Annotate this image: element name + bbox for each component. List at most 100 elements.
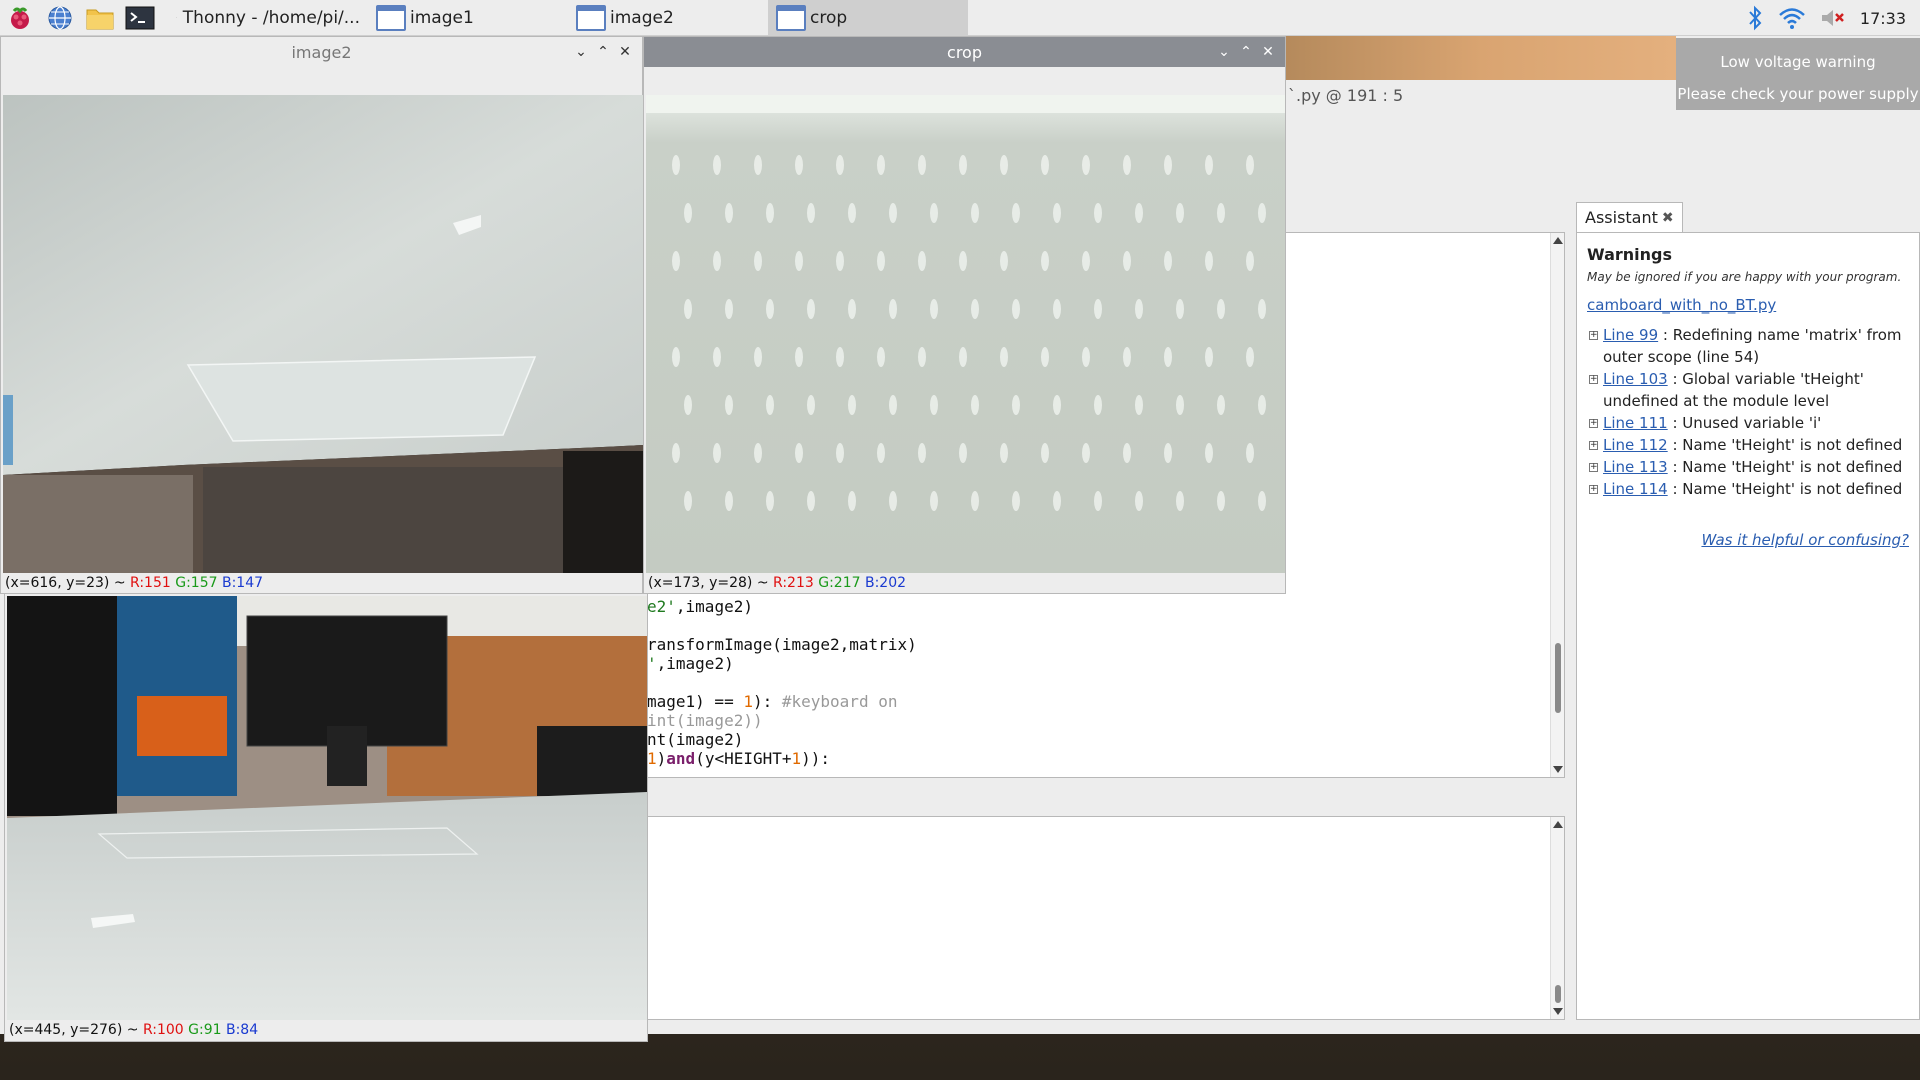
raspberry-menu-button[interactable] (0, 0, 40, 36)
key-mark (807, 203, 815, 223)
shell-panel[interactable] (640, 816, 1565, 1020)
svg-text:Th: Th (176, 17, 177, 19)
key-mark (713, 251, 721, 271)
code-string: ' (647, 654, 657, 673)
scroll-up-arrow-icon[interactable] (1553, 821, 1563, 828)
volume-muted-icon[interactable] (1820, 7, 1846, 29)
key-mark (971, 299, 979, 319)
scroll-up-arrow-icon[interactable] (1553, 237, 1563, 244)
scrollbar-thumb[interactable] (1555, 985, 1561, 1003)
expand-icon[interactable]: + (1589, 419, 1598, 428)
key-mark (1041, 251, 1049, 271)
taskbar-item-thonny[interactable]: Th Thonny - /home/pi/... (168, 0, 368, 36)
key-mark (971, 395, 979, 415)
warning-item: + Line 113 : Name 'tHeight' is not define… (1587, 456, 1909, 478)
line-link[interactable]: Line 99 (1603, 326, 1658, 344)
pixel-coordinates: (x=445, y=276) ~ (9, 1022, 143, 1038)
low-voltage-notification[interactable]: Low voltage warning Please check your po… (1676, 38, 1920, 110)
key-mark (795, 155, 803, 175)
key-mark (1082, 155, 1090, 175)
key-mark (889, 299, 897, 319)
key-mark (1205, 251, 1213, 271)
key-mark (848, 299, 856, 319)
key-mark (848, 203, 856, 223)
tab-assistant[interactable]: Assistant ✖ (1576, 202, 1683, 232)
key-mark (930, 395, 938, 415)
bluetooth-icon[interactable] (1746, 5, 1764, 31)
code-number: 1 (743, 692, 753, 711)
wifi-icon[interactable] (1778, 6, 1806, 30)
camera-image (646, 95, 1285, 573)
taskbar-item-image1[interactable]: image1 (368, 0, 568, 36)
window-title[interactable]: crop (644, 37, 1285, 67)
camera-image-front-view[interactable] (7, 596, 647, 1020)
minimize-icon[interactable]: ⌄ (570, 44, 592, 60)
pixel-status: (x=616, y=23) ~ R:151 G:157 B:147 (5, 575, 263, 591)
key-mark (1123, 251, 1131, 271)
expand-icon[interactable]: + (1589, 441, 1598, 450)
maximize-icon[interactable]: ⌃ (592, 44, 614, 60)
maximize-icon[interactable]: ⌃ (1235, 44, 1257, 60)
scroll-down-arrow-icon[interactable] (1553, 1008, 1563, 1015)
code-line: e2',image2) (647, 597, 753, 616)
close-icon[interactable]: ✖ (1662, 210, 1674, 226)
line-link[interactable]: Line 111 (1603, 414, 1668, 432)
close-icon[interactable]: ✕ (1257, 44, 1279, 60)
scroll-down-arrow-icon[interactable] (1553, 766, 1563, 773)
cropped-keyboard-image[interactable] (646, 95, 1285, 573)
scrollbar-thumb[interactable] (1555, 643, 1561, 713)
terminal-button[interactable] (120, 0, 160, 36)
key-mark (1258, 203, 1266, 223)
camera-image-top-view[interactable] (3, 95, 643, 573)
shell-scrollbar[interactable] (1550, 817, 1564, 1019)
key-mark (1082, 251, 1090, 271)
window-icon (376, 4, 406, 31)
key-mark (766, 299, 774, 319)
key-mark (836, 155, 844, 175)
key-mark (1123, 347, 1131, 367)
key-mark (754, 251, 762, 271)
key-mark (971, 491, 979, 511)
taskbar-item-label: Thonny - /home/pi/... (182, 7, 360, 28)
key-mark (672, 251, 680, 271)
window-icon (776, 4, 806, 31)
taskbar-item-image2[interactable]: image2 (568, 0, 768, 36)
expand-icon[interactable]: + (1589, 485, 1598, 494)
key-mark (836, 251, 844, 271)
key-mark (1053, 395, 1061, 415)
expand-icon[interactable]: + (1589, 463, 1598, 472)
window-title[interactable]: image2 (1, 37, 642, 67)
expand-icon[interactable]: + (1589, 331, 1598, 340)
file-link[interactable]: camboard_with_no_BT.py (1587, 296, 1909, 314)
line-link[interactable]: Line 112 (1603, 436, 1668, 454)
code-text[interactable]: e2',image2) ransformImage(image2,matrix)… (647, 597, 917, 768)
key-mark (959, 443, 967, 463)
key-mark (836, 443, 844, 463)
key-mark (918, 347, 926, 367)
key-mark (1094, 395, 1102, 415)
file-manager-button[interactable] (80, 0, 120, 36)
clock[interactable]: 17:33 (1860, 9, 1906, 28)
line-link[interactable]: Line 113 (1603, 458, 1668, 476)
warning-list: + Line 99 : Redefining name 'matrix' from… (1587, 324, 1909, 500)
thonny-icon: Th (176, 17, 177, 19)
expand-icon[interactable]: + (1589, 375, 1598, 384)
key-mark (1082, 347, 1090, 367)
code-number: 1 (791, 749, 802, 768)
key-mark (1000, 251, 1008, 271)
key-mark (1217, 203, 1225, 223)
helpful-feedback-link[interactable]: Was it helpful or confusing? (1701, 531, 1909, 549)
warning-text: : Name 'tHeight' is not defined (1667, 436, 1903, 454)
key-mark (1164, 443, 1172, 463)
taskbar-item-crop[interactable]: crop (768, 0, 968, 36)
line-link[interactable]: Line 103 (1603, 370, 1668, 388)
key-mark (713, 347, 721, 367)
minimize-icon[interactable]: ⌄ (1213, 44, 1235, 60)
pixel-blue-value: B:147 (221, 575, 264, 591)
editor-scrollbar[interactable] (1550, 233, 1564, 777)
line-link[interactable]: Line 114 (1603, 480, 1668, 498)
key-mark (672, 155, 680, 175)
web-browser-button[interactable] (40, 0, 80, 36)
key-mark (1012, 203, 1020, 223)
close-icon[interactable]: ✕ (614, 44, 636, 60)
